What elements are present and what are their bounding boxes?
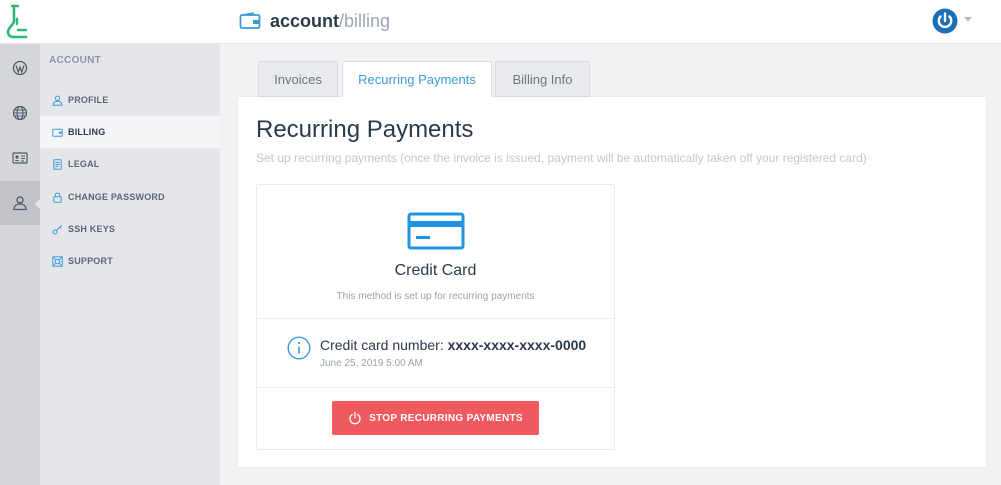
sidebar-item-label: LEGAL (68, 159, 100, 169)
method-note: This method is set up for recurring paym… (336, 291, 535, 302)
card-date: June 25, 2019 5:00 AM (320, 358, 423, 369)
payment-method-card: Credit Card This method is set up for re… (256, 184, 615, 450)
rail-item-wordpress[interactable] (0, 46, 40, 90)
icon-rail (0, 44, 41, 485)
sidebar-item-legal[interactable]: LEGAL (40, 148, 220, 180)
sidebar-item-change-password[interactable]: CHANGE PASSWORD (40, 181, 220, 213)
method-name: Credit Card (394, 262, 477, 279)
globe-icon (12, 105, 28, 121)
card-number-value: xxxx-xxxx-xxxx-0000 (447, 337, 587, 353)
sidebar-item-label: SSH KEYS (68, 224, 116, 234)
divider (257, 387, 614, 388)
wordpress-icon (12, 60, 28, 76)
tab-invoices[interactable]: Invoices (258, 61, 338, 97)
wallet-icon (239, 12, 261, 29)
sidebar-title: ACCOUNT (49, 55, 102, 66)
divider (257, 318, 614, 319)
page-subtitle: Set up recurring payments (once the invo… (256, 151, 867, 165)
account-sidebar: ACCOUNT PROFILE BILLING LEGAL CHANGE PAS… (40, 44, 220, 485)
lifebuoy-icon (52, 255, 63, 267)
card-number-line: Credit card number: xxxx-xxxx-xxxx-0000 (320, 337, 586, 353)
wallet-icon (52, 128, 63, 137)
sidebar-item-support[interactable]: SUPPORT (40, 245, 220, 277)
sidebar-item-label: SUPPORT (68, 256, 113, 266)
rail-item-domains[interactable] (0, 91, 40, 135)
sidebar-item-ssh-keys[interactable]: SSH KEYS (40, 213, 220, 245)
power-icon (349, 411, 361, 425)
card-number-label: Credit card number: (320, 337, 448, 353)
sidebar-item-billing[interactable]: BILLING (40, 116, 220, 148)
sidebar-item-profile[interactable]: PROFILE (40, 84, 220, 116)
sidebar-item-label: BILLING (68, 127, 106, 137)
recurring-payments-panel: Recurring Payments Set up recurring paym… (238, 97, 986, 467)
info-icon (287, 336, 311, 360)
id-card-icon (12, 152, 28, 164)
tab-recurring-payments[interactable]: Recurring Payments (342, 61, 492, 98)
flask-logo-icon[interactable] (4, 3, 32, 39)
top-bar: account / billing (0, 0, 1001, 44)
tab-billing-info[interactable]: Billing Info (495, 61, 590, 97)
stop-recurring-payments-button[interactable]: STOP RECURRING PAYMENTS (332, 401, 539, 435)
power-icon[interactable] (931, 7, 959, 35)
rail-item-account[interactable] (0, 181, 41, 225)
user-icon (52, 95, 63, 106)
breadcrumb-page: billing (344, 10, 391, 31)
rail-item-contacts[interactable] (0, 136, 40, 180)
key-icon (52, 224, 63, 234)
sidebar-item-label: CHANGE PASSWORD (68, 192, 165, 202)
credit-card-icon (407, 212, 465, 250)
stop-button-label: STOP RECURRING PAYMENTS (369, 412, 523, 424)
chevron-down-icon[interactable] (964, 17, 972, 22)
breadcrumb-section[interactable]: account (270, 11, 339, 32)
user-icon (13, 196, 27, 211)
breadcrumb: account / billing (239, 8, 390, 34)
page-title: Recurring Payments (256, 116, 474, 143)
document-icon (53, 158, 62, 170)
lock-icon (53, 192, 62, 203)
sidebar-item-label: PROFILE (68, 95, 109, 105)
